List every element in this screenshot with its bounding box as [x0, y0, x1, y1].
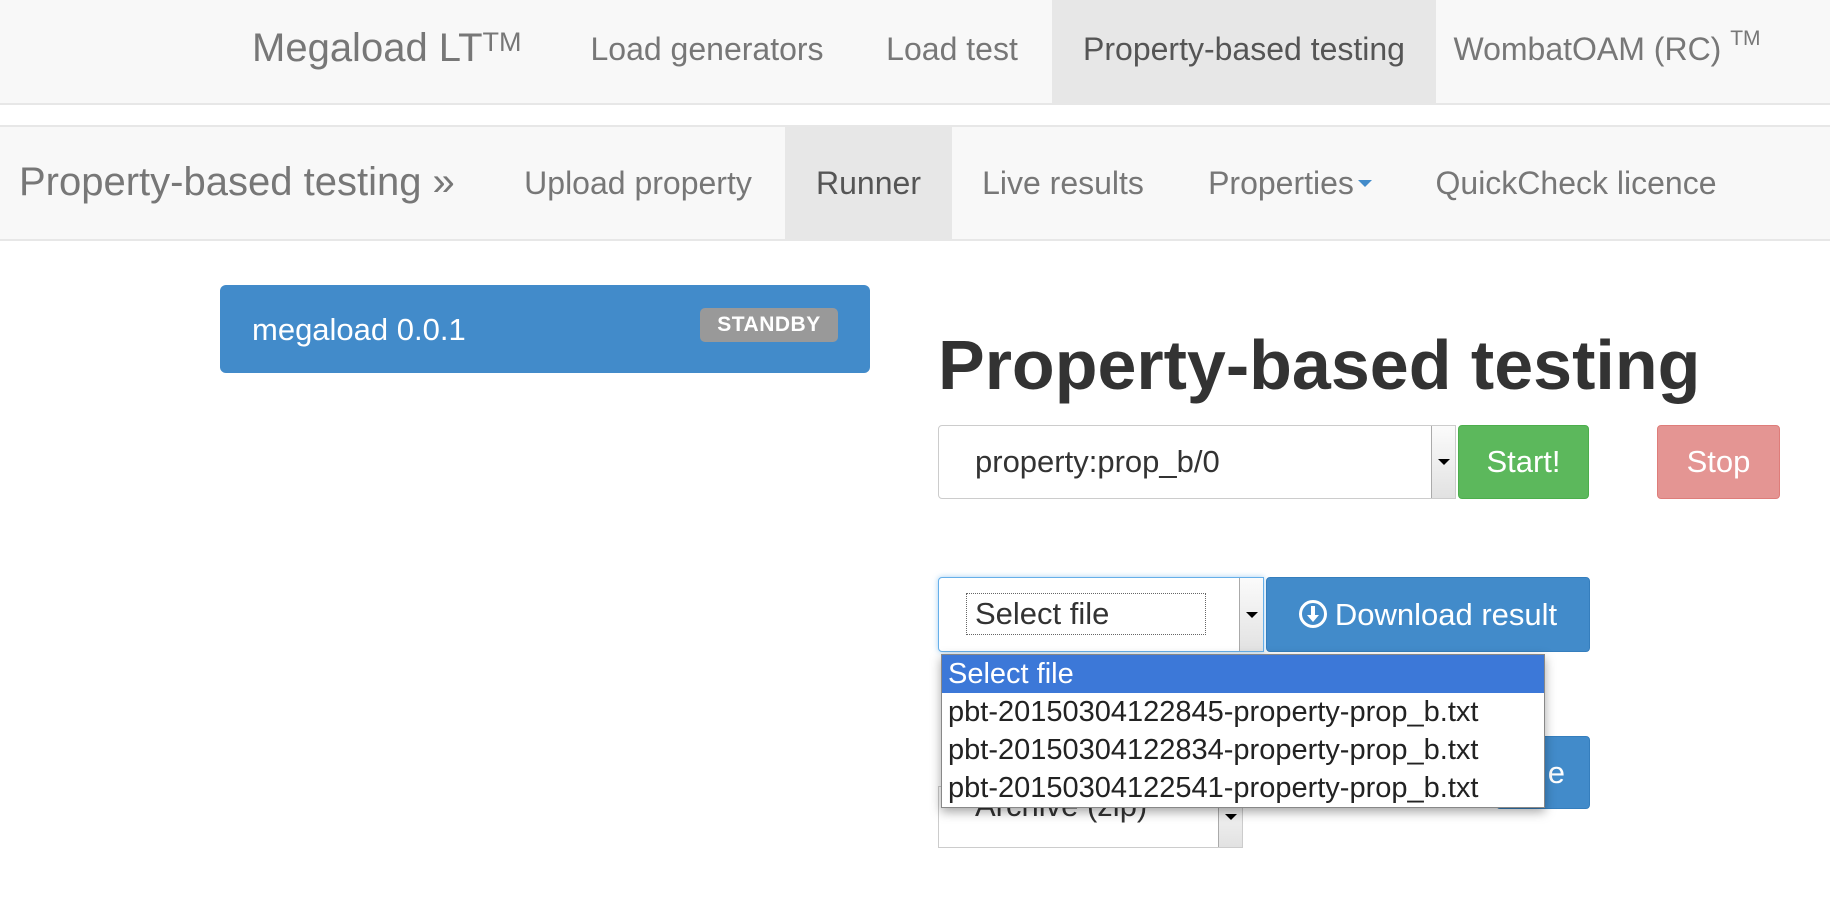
dropdown-option[interactable]: pbt-20150304122845-property-prop_b.txt [942, 693, 1544, 731]
node-name: megaload 0.0.1 [252, 312, 466, 347]
subnav-label: Properties [1208, 165, 1354, 201]
subnav-item-runner[interactable]: Runner [785, 127, 952, 239]
subnav-label: QuickCheck licence [1435, 165, 1717, 201]
start-button[interactable]: Start! [1458, 425, 1589, 499]
subnav-label: Live results [982, 165, 1144, 201]
page-title: Property-based testing [938, 326, 1701, 404]
caret-down-icon [1357, 180, 1372, 188]
brand-logo[interactable]: Megaload LTTM [252, 24, 522, 72]
nav-label: Load generators [590, 31, 824, 67]
property-select-value: property:prop_b/0 [975, 444, 1220, 479]
nav-trademark: TM [1730, 27, 1761, 50]
stop-button[interactable]: Stop [1657, 425, 1780, 499]
subnav-label: Upload property [524, 165, 752, 201]
dropdown-option[interactable]: pbt-20150304122541-property-prop_b.txt [942, 769, 1544, 807]
nav-item-load-test[interactable]: Load test [852, 0, 1052, 103]
download-result-button[interactable]: Download result [1266, 577, 1590, 652]
nav-item-load-generators[interactable]: Load generators [562, 0, 852, 103]
subnav-item-upload-property[interactable]: Upload property [492, 127, 784, 239]
sub-navbar: Property-based testing » Upload property… [0, 125, 1830, 241]
node-panel[interactable]: megaload 0.0.1 STANDBY [220, 285, 870, 373]
archive-button-label: e [1547, 755, 1565, 790]
status-badge: STANDBY [700, 308, 838, 342]
nav-item-wombatoam[interactable]: WombatOAM (RC) TM [1436, 0, 1778, 103]
dropdown-option[interactable]: pbt-20150304122834-property-prop_b.txt [942, 731, 1544, 769]
nav-label: WombatOAM (RC) [1453, 31, 1722, 67]
nav-label: Load test [886, 31, 1018, 67]
select-arrow-icon[interactable] [1239, 578, 1263, 651]
subnav-item-quickcheck-licence[interactable]: QuickCheck licence [1406, 127, 1746, 239]
nav-label: Property-based testing [1083, 31, 1405, 67]
top-navbar: Megaload LTTM Load generators Load test … [0, 0, 1830, 105]
file-dropdown-list: Select file pbt-20150304122845-property-… [941, 654, 1545, 808]
brand-text: Megaload LT [252, 26, 483, 70]
property-select[interactable]: property:prop_b/0 [938, 425, 1456, 499]
file-select[interactable]: Select file [938, 577, 1264, 652]
file-select-value: Select file [975, 596, 1110, 631]
subnav-item-properties[interactable]: Properties [1174, 127, 1406, 239]
section-title[interactable]: Property-based testing » [19, 157, 455, 207]
subnav-item-live-results[interactable]: Live results [952, 127, 1174, 239]
circle-arrow-down-icon [1298, 599, 1327, 628]
download-label: Download result [1334, 597, 1558, 632]
select-arrow-icon[interactable] [1431, 426, 1455, 498]
brand-trademark: TM [482, 27, 522, 57]
subnav-label: Runner [816, 165, 921, 201]
nav-item-property-based-testing[interactable]: Property-based testing [1052, 0, 1436, 103]
dropdown-option[interactable]: Select file [942, 655, 1544, 693]
